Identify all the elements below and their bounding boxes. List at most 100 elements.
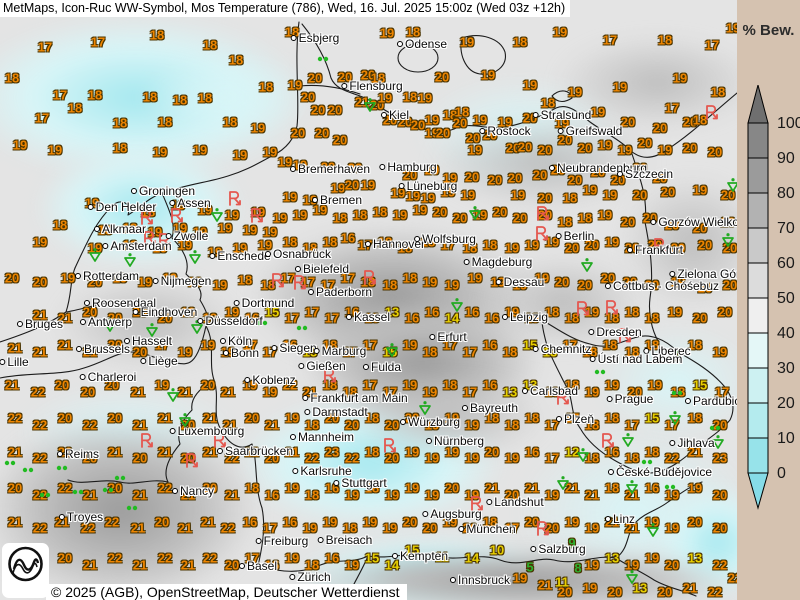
city-marker-icon [464,259,470,265]
city-label: Nijmegen [153,275,212,287]
city-label: Leipzig [502,311,548,323]
temp-value: 18 [558,216,572,229]
city-label: Dessau [496,276,545,288]
temp-value: 20 [488,174,502,187]
temp-value: 20 [578,279,592,292]
temp-value: 20 [423,522,437,535]
temp-value: 18 [625,452,639,465]
temp-value: 19 [658,144,672,157]
temp-value: 19 [153,146,167,159]
temp-value: 20 [693,312,707,325]
city-label: Flensburg [341,80,402,92]
city-marker-icon [479,128,485,134]
temp-value: 18 [625,306,639,319]
rain-shower-icon [364,98,377,113]
temp-value: 20 [453,212,467,225]
temp-value: 18 [645,312,659,325]
temp-value: 16 [425,306,439,319]
temp-value: 20 [308,72,322,85]
city-label: Magdeburg [464,256,533,268]
temp-value: 21 [131,522,145,535]
temp-value: 20 [445,482,459,495]
temp-value: 20 [291,127,305,140]
city-marker-icon [530,546,536,552]
temp-value: 17 [463,386,477,399]
temp-value: 19 [283,191,297,204]
temp-value: 20 [225,559,239,572]
city-label: Frankfurt [627,244,683,256]
rain-shower-icon [626,480,639,495]
temp-value: 19 [553,26,567,39]
temp-value: 20 [155,516,169,529]
city-marker-icon [75,273,81,279]
legend-tick: 10 [777,431,795,447]
city-marker-icon [298,363,304,369]
temp-value: 18 [711,86,725,99]
temp-value: 19 [688,482,702,495]
city-label: Kassel [346,311,390,323]
temp-value: 20 [465,171,479,184]
temp-value: 21 [131,386,145,399]
city-marker-icon [605,516,611,522]
temp-value: 16 [525,446,539,459]
rain-shower-icon [167,388,180,403]
temp-value: 19 [583,184,597,197]
temp-value: 16 [265,489,279,502]
temp-value: 18 [88,89,102,102]
thunderstorm-icon [535,225,549,241]
city-marker-icon [533,346,539,352]
temp-value: 19 [423,276,437,289]
temp-value: 17 [705,39,719,52]
temp-value: 10 [490,544,504,557]
temp-value: 18 [525,412,539,425]
city-label: Dortmund [234,297,295,309]
temp-value: 20 [698,239,712,252]
metmaps-logo[interactable] [2,543,49,598]
temp-value: 22 [708,586,722,599]
city-marker-icon [312,197,318,203]
temp-value: 19 [468,144,482,157]
temp-value: 17 [35,112,49,125]
city-marker-icon [197,318,203,324]
temp-value: 21 [108,446,122,459]
temp-value: 19 [251,122,265,135]
city-marker-icon [556,233,562,239]
city-marker-icon [381,112,387,118]
temp-value: 18 [223,116,237,129]
temp-value: 19 [565,516,579,529]
temp-value: 22 [105,516,119,529]
city-label: Zielona Góra [669,268,737,280]
temp-value: 19 [345,559,359,572]
city-marker-icon [314,348,320,354]
temp-value: 21 [133,559,147,572]
temp-value: 20 [385,452,399,465]
temp-value: 19 [505,452,519,465]
temp-value: 19 [583,582,597,595]
temp-value: 17 [665,102,679,115]
drizzle-icon [671,390,683,396]
temp-value: 22 [203,552,217,565]
temp-value: 19 [585,522,599,535]
temp-value: 19 [603,189,617,202]
city-label: Zürich [289,571,330,583]
drizzle-icon [296,325,308,331]
drizzle-icon [664,484,676,490]
temp-value: 18 [605,482,619,495]
temp-value: 20 [518,141,532,154]
city-marker-icon [291,35,297,41]
city-label: Saarbrücken [217,445,293,457]
temp-value: 21 [133,489,147,502]
legend-tick: 20 [777,396,795,412]
city-marker-icon [234,300,240,306]
temp-value: 16 [283,516,297,529]
city-marker-icon [153,278,159,284]
city-label: Assen [169,197,210,209]
temp-value: 18 [578,212,592,225]
temp-value: 20 [638,137,652,150]
temp-value: 18 [158,116,172,129]
city-label: Basel [239,560,277,572]
temp-value: 17 [363,379,377,392]
temp-value: 20 [568,174,582,187]
city-label: Darmstadt [304,406,367,418]
city-marker-icon [450,577,456,583]
